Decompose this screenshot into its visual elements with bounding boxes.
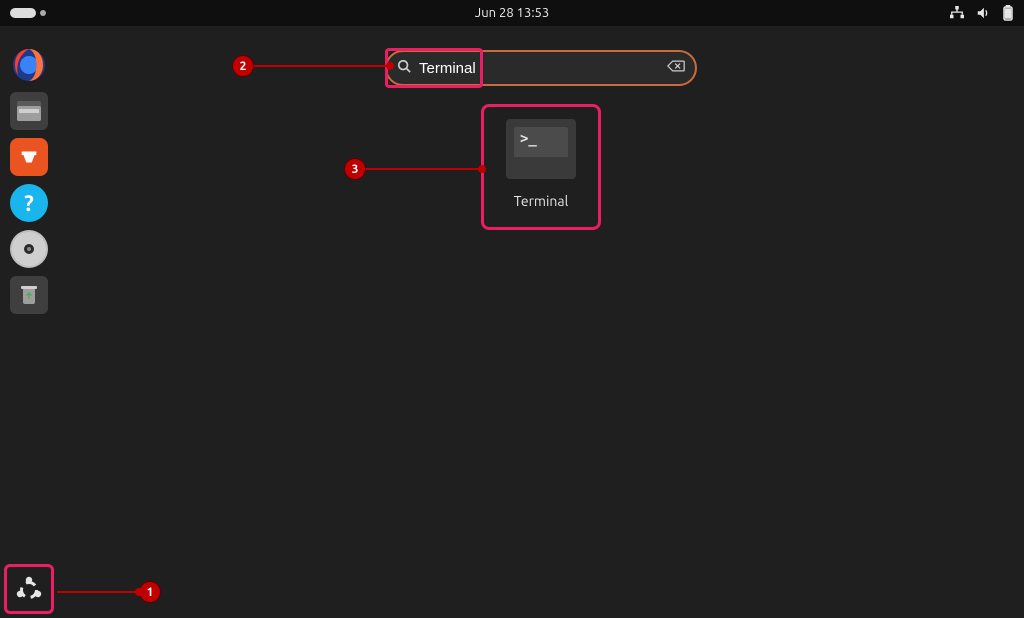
search-result-terminal[interactable]: >_ Terminal bbox=[481, 104, 601, 230]
terminal-icon: >_ bbox=[506, 119, 576, 179]
annotation-line-1 bbox=[57, 591, 139, 593]
annotation-line-3 bbox=[366, 168, 482, 170]
dock: ? bbox=[0, 26, 58, 618]
battery-icon[interactable] bbox=[1002, 5, 1014, 21]
annotation-line-2 bbox=[254, 65, 390, 67]
dock-item-files[interactable] bbox=[10, 92, 48, 130]
top-bar: Jun 28 13:53 bbox=[0, 0, 1024, 26]
activities-dot-icon bbox=[40, 10, 46, 16]
dock-item-disc[interactable] bbox=[10, 230, 48, 268]
terminal-prompt-glyph: >_ bbox=[520, 131, 537, 147]
search-result-label: Terminal bbox=[514, 193, 569, 209]
search-input[interactable] bbox=[411, 60, 667, 77]
show-applications-button[interactable] bbox=[4, 564, 54, 614]
search-bar[interactable] bbox=[385, 50, 697, 86]
clock[interactable]: Jun 28 13:53 bbox=[475, 6, 549, 20]
annotation-badge-2: 2 bbox=[232, 55, 254, 77]
activities-corner[interactable] bbox=[10, 8, 46, 18]
dock-item-firefox[interactable] bbox=[10, 46, 48, 84]
dock-item-help[interactable]: ? bbox=[10, 184, 48, 222]
dock-item-software[interactable] bbox=[10, 138, 48, 176]
system-tray[interactable] bbox=[950, 5, 1014, 21]
ubuntu-logo-icon bbox=[14, 574, 44, 604]
annotation-badge-3: 3 bbox=[344, 158, 366, 180]
volume-icon[interactable] bbox=[976, 6, 990, 20]
activities-overview: >_ Terminal bbox=[58, 26, 1024, 618]
activities-pill-icon bbox=[10, 8, 36, 18]
dock-item-trash[interactable] bbox=[10, 276, 48, 314]
clear-search-icon[interactable] bbox=[667, 59, 685, 77]
search-icon bbox=[397, 59, 411, 77]
network-wired-icon[interactable] bbox=[950, 6, 964, 20]
